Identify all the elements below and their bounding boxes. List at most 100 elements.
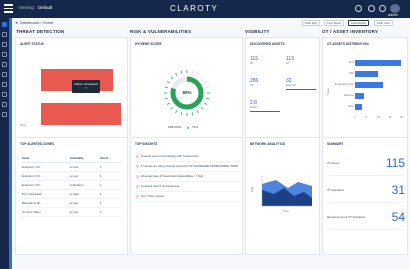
ot-bar[interactable] [355, 71, 378, 77]
summary-label: Remote Access & OT Operations [327, 216, 366, 219]
alert-status-card: ALERT STATUS Done Status: Unresolved 7 [15, 37, 128, 144]
help-icon[interactable] [355, 5, 362, 12]
category-threat-detection: THREAT DETECTION [16, 29, 65, 34]
insight-item[interactable]: ⚲ 11 assets have 8 remote access [136, 182, 240, 192]
asset-cell-external[interactable]: 32 External [286, 78, 296, 87]
ot-category-label: Engineering Sta. [334, 83, 354, 86]
table-row[interactable]: Baseband: RI... ● Low 1 [22, 199, 122, 208]
gauge-tick [200, 106, 204, 110]
asset-cell-iot-2[interactable]: 113 IoT [286, 56, 294, 65]
gauge-tick [166, 102, 170, 105]
asset-type: Others [250, 106, 258, 109]
alerted-zones-card: TOP ALERTED ZONES Zone Criticality Alert… [15, 137, 128, 255]
notifications-icon[interactable] [368, 5, 375, 12]
gauge-tick [175, 110, 178, 114]
alerts-cell: 1 [100, 165, 102, 169]
ot-category-label: Historian [343, 94, 354, 97]
gauge-tick [191, 112, 194, 116]
alerts-icon[interactable] [2, 42, 7, 47]
menu-icon[interactable] [4, 4, 13, 14]
time-last-week-button[interactable]: Last Week [324, 20, 345, 26]
reports-icon[interactable] [2, 82, 7, 87]
network-icon[interactable] [2, 102, 7, 107]
asset-cell-ot[interactable]: 286 OT [250, 78, 258, 87]
user-avatar[interactable] [390, 4, 400, 13]
summary-value: 115 [385, 156, 405, 170]
insight-item[interactable]: ⚲ Top 7 Policy assets [136, 192, 240, 202]
table-row[interactable]: Endpoint: OC... ● Low 1 [22, 172, 122, 181]
insight-text: 17 assets are using Insecure protocols, … [140, 164, 239, 168]
col-criticality[interactable]: Criticality [70, 156, 100, 160]
insight-item[interactable]: ⚲ 5 assets were communicating with Tuestr… [136, 152, 240, 162]
zone-cell: PLC: Rockwell [22, 192, 42, 196]
gauge-tick [170, 106, 174, 110]
hygiene-score-card: HYGIENE SCORE 80% PREVIOUS ● 75% [130, 37, 243, 144]
criticality-cell: ● Low [70, 165, 79, 169]
zone-cell: Control: Other [22, 210, 41, 214]
dashboard-icon[interactable] [2, 22, 7, 27]
pin-icon: ⚲ [136, 173, 139, 179]
shield-icon[interactable] [2, 62, 7, 67]
ot-distribution-card: OT ASSETS DISTRIBUTION PLC HMI Engineering… [322, 37, 408, 144]
users-icon[interactable] [2, 72, 7, 77]
summary-value: 54 [391, 210, 405, 224]
gauge-tick [164, 97, 168, 100]
summary-row[interactable]: Remote Access & OT Operations 54 [327, 208, 405, 230]
ot-category-label: Other [347, 105, 355, 108]
location-icon[interactable] [2, 92, 7, 97]
asset-cell-others[interactable]: 2.8 Others [250, 100, 258, 109]
ot-tick-label: 15 [388, 116, 392, 119]
insight-item[interactable]: ⚲ 32 assets have 47 associated vulnerabil… [136, 172, 240, 182]
assets-icon[interactable] [2, 52, 7, 57]
gauge-tick [200, 76, 204, 80]
gauge-tick [196, 72, 199, 76]
time-past-day-button[interactable]: Past Day [302, 20, 321, 26]
category-ot-inventory: OT / ASSET INVENTORY [322, 29, 379, 34]
alerts-cell: 1 [100, 174, 102, 178]
ot-bar[interactable] [355, 104, 362, 110]
user-name: admin [388, 13, 398, 17]
settings-icon[interactable] [379, 5, 386, 12]
category-visibility: VISIBILITY [245, 29, 270, 34]
network-analytics-card: NETWORK ANALYTICS Total Time [245, 137, 320, 255]
summary-row[interactable]: OT Operations 31 [327, 181, 405, 203]
breadcrumb: ★ Dashboard / Home [15, 20, 54, 25]
gauge-tick [204, 81, 208, 84]
asset-cell-iot[interactable]: 115 IoT [250, 56, 258, 65]
settings-gear-icon[interactable] [2, 112, 7, 117]
insight-item[interactable]: ⚲ 17 assets are using Insecure protocols,… [136, 162, 240, 172]
ot-bar[interactable] [355, 60, 401, 66]
workspace-selector[interactable]: Viewing: Default [18, 5, 52, 10]
network-ylabel: Total [251, 186, 255, 193]
summary-row[interactable]: OT Assets 115 [327, 154, 405, 176]
table-row[interactable]: Control: Other ● Low 1 [22, 208, 122, 217]
col-zone[interactable]: Zone [22, 156, 70, 160]
star-icon[interactable]: ★ [15, 20, 19, 25]
gauge-tick [170, 76, 174, 80]
time-last-month-button[interactable]: Last Month [348, 20, 369, 26]
zone-cell: Endpoint: OC... [22, 183, 43, 187]
card-title: TOP ALERTED ZONES [20, 142, 55, 146]
table-row[interactable]: PLC: Rockwell ● High 1 [22, 190, 122, 199]
alert-bar-done[interactable] [41, 103, 121, 125]
ot-bar[interactable] [355, 82, 383, 88]
time-past-year-button[interactable]: Past Year [374, 20, 393, 26]
table-row[interactable]: Endpoint: OC... ● Low 1 [22, 163, 122, 172]
gauge-tick [206, 97, 210, 100]
dashboard-content: ★ Dashboard / Home Past Day Last Week La… [12, 18, 410, 269]
alerts-cell: 1 [100, 201, 102, 205]
ot-bar[interactable] [355, 93, 365, 99]
insight-text: 32 assets have 47 associated vulnerabili… [140, 174, 204, 178]
gauge-tick [180, 70, 183, 74]
card-title: DISCOVERED ASSETS [250, 42, 285, 46]
pin-icon: ⚲ [136, 183, 139, 189]
ot-ylabel: Types [326, 88, 330, 95]
alert-row-label-done: Done [20, 124, 27, 127]
criticality-cell: ● High [70, 192, 79, 196]
criticality-cell: ● Low [70, 210, 79, 214]
navigate-icon[interactable] [2, 32, 7, 37]
table-row[interactable]: Endpoint: OC... ● Medium 1 [22, 181, 122, 190]
col-alerts[interactable]: Alerts [100, 156, 120, 160]
asset-type: IoT [286, 62, 290, 65]
asset-type: IoT [250, 62, 254, 65]
